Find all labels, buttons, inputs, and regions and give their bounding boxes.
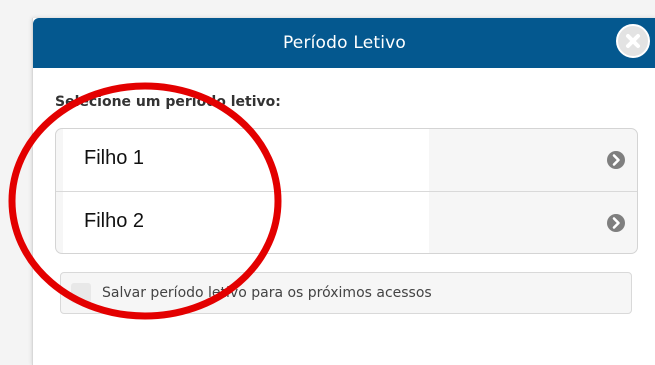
period-option-filho-1[interactable]: Filho 1	[56, 129, 637, 192]
save-period-checkbox[interactable]	[71, 283, 91, 303]
period-dialog: Período Letivo Selecione um período leti…	[32, 18, 655, 365]
period-option-filho-2[interactable]: Filho 2	[56, 192, 637, 253]
close-button[interactable]	[616, 24, 650, 58]
chevron-right-icon	[607, 151, 625, 169]
option-label: Filho 1	[84, 147, 145, 169]
save-period-toggle[interactable]: Salvar período letivo para os próximos a…	[60, 272, 632, 314]
chevron-right-icon	[607, 214, 625, 232]
save-period-label: Salvar período letivo para os próximos a…	[102, 285, 432, 301]
dialog-title: Período Letivo	[282, 33, 407, 53]
option-label: Filho 2	[84, 210, 145, 232]
period-list: Filho 1 Filho 2	[55, 128, 638, 254]
dialog-header: Período Letivo	[33, 18, 655, 68]
select-period-prompt: Selecione um período letivo:	[55, 94, 281, 110]
close-icon	[626, 34, 640, 48]
